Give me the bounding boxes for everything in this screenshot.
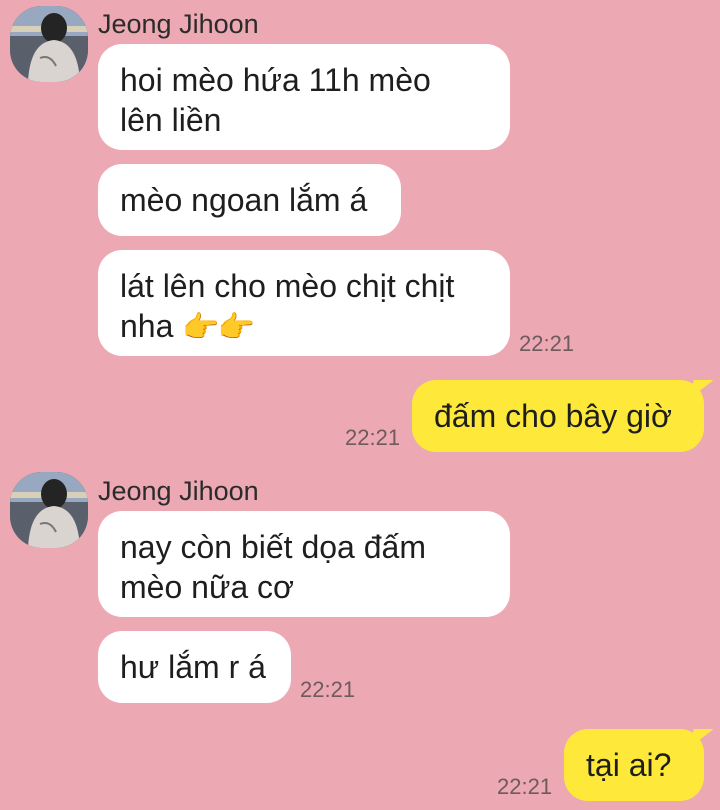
message-bubble[interactable]: nay còn biết dọa đấm mèo nữa cơ [98, 511, 510, 617]
message-bubble[interactable]: mèo ngoan lắm á [98, 164, 401, 236]
message-bubble[interactable]: hoi mèo hứa 11h mèo lên liền [98, 44, 510, 150]
message-bubble[interactable]: lát lên cho mèo chịt chịt nha 👉👉 [98, 250, 510, 356]
avatar[interactable] [10, 6, 88, 82]
message-bubble[interactable]: hư lắm r á [98, 631, 291, 703]
message-line: tại ai? [586, 747, 672, 783]
message-line: hoi mèo hứa 11h mèo [120, 62, 431, 98]
message-line: nay còn biết dọa đấm [120, 529, 426, 565]
avatar-photo [10, 6, 88, 82]
message-line: lát lên cho mèo chịt chịt [120, 268, 455, 304]
message-bubble-outgoing[interactable]: đấm cho bây giờ [412, 380, 704, 452]
message-line: mèo ngoan lắm á [120, 182, 368, 218]
avatar-photo [10, 472, 88, 548]
message-line: nha 👉👉 [120, 306, 488, 348]
message-line: lên liền [120, 102, 222, 138]
timestamp: 22:21 [300, 677, 356, 702]
message-line: mèo nữa cơ [120, 569, 295, 605]
timestamp: 22:21 [519, 331, 575, 356]
message-text: nha [120, 308, 174, 344]
pointing-right-icon: 👉👉 [182, 311, 255, 344]
message-bubble-outgoing[interactable]: tại ai? [564, 729, 704, 801]
sender-name: Jeong Jihoon [98, 9, 259, 39]
message-line: đấm cho bây giờ [434, 398, 672, 434]
timestamp: 22:21 [497, 774, 553, 799]
sender-name: Jeong Jihoon [98, 476, 259, 506]
message-line: hư lắm r á [120, 649, 266, 685]
timestamp: 22:21 [345, 425, 401, 450]
avatar[interactable] [10, 472, 88, 548]
